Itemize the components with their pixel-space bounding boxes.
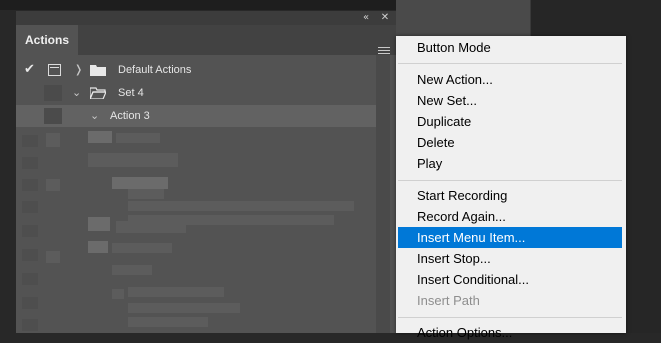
action-action-3[interactable]: ⌄ Action 3 bbox=[16, 105, 376, 127]
panel-title-bar[interactable]: « ✕ bbox=[16, 11, 396, 25]
folder-icon bbox=[90, 65, 106, 76]
menu-separator bbox=[398, 180, 622, 181]
action-set-set-4[interactable]: ⌄ Set 4 bbox=[16, 82, 376, 104]
menu-item-new-set[interactable]: New Set... bbox=[398, 90, 622, 111]
menu-item-insert-conditional[interactable]: Insert Conditional... bbox=[398, 269, 622, 290]
collapse-panels-icon[interactable]: « bbox=[359, 11, 373, 25]
actions-panel-flyout-menu: Button Mode New Action... New Set... Dup… bbox=[396, 36, 626, 340]
dialog-toggle-cell[interactable] bbox=[44, 108, 62, 124]
menu-item-insert-menu-item[interactable]: Insert Menu Item... bbox=[398, 227, 622, 248]
actions-panel: « ✕ Actions ✔ ❭ Default Actions ⌄ Set 4 … bbox=[16, 11, 396, 333]
checkmark-icon[interactable]: ✔ bbox=[24, 59, 35, 81]
folder-open-icon bbox=[90, 87, 106, 99]
menu-item-duplicate[interactable]: Duplicate bbox=[398, 111, 622, 132]
row-label: Action 3 bbox=[110, 110, 150, 122]
dialog-toggle-cell[interactable] bbox=[44, 85, 62, 101]
app-top-strip bbox=[0, 0, 396, 10]
menu-item-play[interactable]: Play bbox=[398, 153, 622, 174]
row-label: Set 4 bbox=[118, 87, 144, 99]
menu-item-delete[interactable]: Delete bbox=[398, 132, 622, 153]
chevron-right-icon[interactable]: ❭ bbox=[74, 59, 83, 81]
action-set-default-actions[interactable]: ✔ ❭ Default Actions bbox=[16, 59, 376, 81]
menu-separator bbox=[398, 317, 622, 318]
panel-scrollbar[interactable] bbox=[376, 55, 390, 333]
panel-tab-strip: Actions bbox=[16, 25, 396, 55]
close-panel-icon[interactable]: ✕ bbox=[378, 11, 392, 25]
menu-item-insert-path: Insert Path bbox=[417, 293, 480, 308]
menu-item-button-mode[interactable]: Button Mode bbox=[398, 37, 622, 58]
menu-item-new-action[interactable]: New Action... bbox=[398, 69, 622, 90]
menu-item-insert-stop[interactable]: Insert Stop... bbox=[398, 248, 622, 269]
row-label: Default Actions bbox=[118, 64, 192, 76]
tab-actions[interactable]: Actions bbox=[16, 25, 78, 55]
adjacent-panel bbox=[396, 0, 531, 36]
chevron-down-icon[interactable]: ⌄ bbox=[90, 105, 99, 127]
menu-separator bbox=[398, 63, 622, 64]
menu-item-start-recording[interactable]: Start Recording bbox=[398, 185, 622, 206]
menu-item-record-again[interactable]: Record Again... bbox=[398, 206, 622, 227]
dialog-toggle-icon[interactable] bbox=[48, 64, 61, 76]
chevron-down-icon[interactable]: ⌄ bbox=[72, 82, 81, 104]
